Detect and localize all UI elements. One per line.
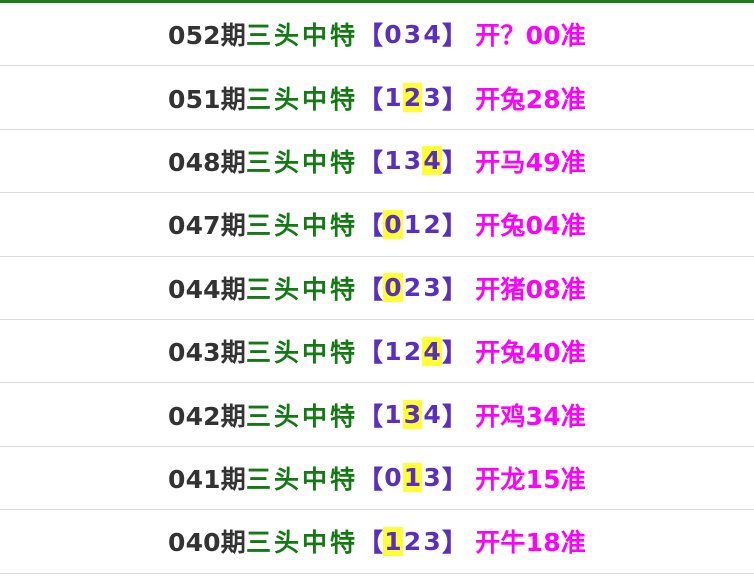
open-bracket: 【 [357,147,384,177]
period-number: 043期 [167,338,246,368]
close-bracket: 】 [442,84,468,114]
predicted-digit: 3 [423,273,442,303]
period-number: 041期 [167,464,246,494]
prediction-label: 三头中特 [245,274,358,304]
close-bracket: 】 [442,21,468,51]
open-bracket: 【 [357,211,384,241]
prediction-row: 052期 三头中特【0 3 4】开？00准 [0,3,754,67]
draw-result: 开鸡34准 [475,401,587,431]
predicted-digit: 3 [423,526,442,556]
prediction-label: 三头中特 [245,21,358,51]
prediction-label: 三头中特 [245,464,358,494]
close-bracket: 】 [442,338,468,368]
predicted-digit: 0 [384,463,402,493]
draw-result: 开马49准 [475,147,587,177]
open-bracket: 【 [357,528,384,558]
open-bracket: 【 [357,401,384,431]
predicted-digit: 2 [423,209,442,239]
predicted-digit: 4 [423,400,442,430]
draw-result: 开猪08准 [475,274,587,304]
prediction-label: 三头中特 [245,338,358,368]
predicted-digit: 3 [423,463,442,493]
period-number: 040期 [167,528,246,558]
close-bracket: 】 [442,147,468,177]
period-number: 044期 [167,274,246,304]
prediction-row: 048期 三头中特【1 3 4】开马49准 [0,130,754,194]
predicted-digit: 4 [423,19,442,49]
close-bracket: 】 [442,528,468,558]
predicted-digit: 3 [403,19,422,49]
draw-result: 开龙15准 [475,464,587,494]
prediction-row: 043期 三头中特【1 2 4】开兔40准 [0,320,754,384]
prediction-label: 三头中特 [245,528,358,558]
predicted-digit: 3 [423,83,442,113]
predicted-digit: 3 [402,400,423,430]
draw-result: 开兔04准 [475,211,587,241]
prediction-list: 052期 三头中特【0 3 4】开？00准 051期 三头中特【1 2 3】开兔28准 048期… [0,0,754,581]
predicted-digit: 0 [383,273,403,303]
draw-result: 开牛18准 [475,528,587,558]
period-number: 052期 [167,21,246,51]
predicted-digit: 2 [402,83,423,113]
prediction-row: 040期 三头中特【1 2 3】开牛18准 [0,510,754,574]
draw-result: 开兔40准 [475,338,587,368]
prediction-label: 三头中特 [245,401,358,431]
predicted-digit: 3 [403,146,422,176]
predicted-digit: 4 [422,146,443,176]
predicted-digit: 4 [422,336,443,366]
predicted-digit: 2 [403,336,422,366]
open-bracket: 【 [357,338,384,368]
draw-result: 开兔28准 [475,84,587,114]
draw-result: 开？00准 [475,21,587,51]
predicted-digit: 2 [403,526,422,556]
prediction-label: 三头中特 [245,211,358,241]
predicted-digit: 1 [384,83,402,113]
predicted-digit: 1 [384,146,402,176]
predicted-digit: 1 [402,463,423,493]
predicted-digit: 1 [383,526,403,556]
open-bracket: 【 [357,274,384,304]
predicted-digit: 1 [384,336,402,366]
close-bracket: 】 [442,401,468,431]
open-bracket: 【 [357,464,384,494]
period-number: 042期 [167,401,246,431]
close-bracket: 】 [442,211,468,241]
prediction-row: 042期 三头中特【1 3 4】开鸡34准 [0,383,754,447]
predicted-digit: 1 [384,400,402,430]
predicted-digit: 0 [383,209,403,239]
period-number: 048期 [167,147,246,177]
prediction-label: 三头中特 [245,84,358,114]
close-bracket: 】 [442,274,468,304]
prediction-row: 041期 三头中特【0 1 3】开龙15准 [0,447,754,511]
predicted-digit: 1 [403,209,422,239]
prediction-label: 三头中特 [245,147,358,177]
predicted-digit: 2 [403,273,422,303]
prediction-row: 047期 三头中特【0 1 2】开兔04准 [0,193,754,257]
close-bracket: 】 [442,464,468,494]
period-number: 047期 [167,211,246,241]
prediction-row: 051期 三头中特【1 2 3】开兔28准 [0,66,754,130]
prediction-row: 044期 三头中特【0 2 3】开猪08准 [0,257,754,320]
open-bracket: 【 [357,84,384,114]
predicted-digit: 0 [384,19,402,49]
open-bracket: 【 [357,21,384,51]
period-number: 051期 [167,84,246,114]
